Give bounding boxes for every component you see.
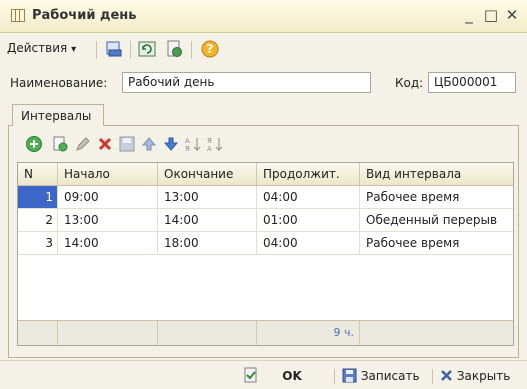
- document-refresh-icon[interactable]: [165, 40, 183, 58]
- actions-menu[interactable]: Действия ▾: [7, 41, 76, 55]
- move-down-icon[interactable]: [162, 135, 180, 153]
- svg-text:Я: Я: [185, 145, 190, 153]
- toolbar: Действия ▾ ?: [0, 34, 527, 64]
- column-header-n[interactable]: N: [18, 163, 58, 185]
- intervals-table: N Начало Окончание Продолжит. Вид интерв…: [17, 162, 514, 346]
- kind-cell[interactable]: Рабочее время: [360, 186, 513, 208]
- edit-icon[interactable]: [74, 135, 92, 153]
- minimize-button[interactable]: _: [460, 5, 478, 25]
- move-up-icon[interactable]: [140, 135, 158, 153]
- window-title: Рабочий день: [32, 8, 137, 23]
- start-cell[interactable]: 14:00: [58, 232, 158, 254]
- table-icon: [11, 9, 25, 22]
- save-label: Записать: [360, 369, 420, 383]
- footer-cell: [158, 321, 257, 345]
- post-document-icon[interactable]: [105, 40, 123, 58]
- code-field[interactable]: ЦБ000001: [428, 72, 516, 93]
- svg-text:A: A: [207, 145, 212, 153]
- table-row[interactable]: 3 14:00 18:00 04:00 Рабочее время: [18, 232, 513, 255]
- end-cell[interactable]: 14:00: [158, 209, 257, 231]
- copy-icon[interactable]: [51, 135, 69, 153]
- start-cell[interactable]: 13:00: [58, 209, 158, 231]
- footer-cell: [18, 321, 58, 345]
- title-bar: Рабочий день _ □ ✕: [0, 0, 527, 33]
- svg-text:Я: Я: [207, 137, 212, 145]
- post-icon: [243, 367, 259, 387]
- close-label: Закрыть: [456, 369, 511, 383]
- tab-intervals[interactable]: Интервалы: [12, 104, 104, 126]
- row-number[interactable]: 1: [18, 186, 58, 208]
- column-header-kind[interactable]: Вид интервала: [360, 163, 513, 185]
- end-cell[interactable]: 18:00: [158, 232, 257, 254]
- help-button[interactable]: ?: [201, 40, 219, 58]
- table-header: N Начало Окончание Продолжит. Вид интерв…: [18, 163, 513, 186]
- duration-cell[interactable]: 04:00: [257, 186, 360, 208]
- name-field[interactable]: Рабочий день: [122, 72, 371, 93]
- table-row[interactable]: 1 09:00 13:00 04:00 Рабочее время: [18, 186, 513, 209]
- save-button[interactable]: Записать: [342, 366, 420, 386]
- ok-button[interactable]: OK: [272, 366, 312, 386]
- toolbar-divider: [130, 41, 131, 59]
- add-icon[interactable]: [25, 135, 43, 153]
- svg-text:A: A: [185, 137, 190, 145]
- end-edit-icon[interactable]: [118, 135, 136, 153]
- bottom-divider: [432, 369, 433, 384]
- code-label: Код:: [395, 76, 424, 90]
- footer-cell: [58, 321, 158, 345]
- save-icon: [342, 368, 357, 383]
- chevron-down-icon: ▾: [71, 44, 77, 55]
- bottom-divider: [334, 369, 335, 384]
- sort-ascending-icon[interactable]: AЯ: [184, 135, 202, 153]
- refresh-icon[interactable]: [138, 40, 156, 58]
- footer-cell: [360, 321, 513, 345]
- start-cell[interactable]: 09:00: [58, 186, 158, 208]
- duration-cell[interactable]: 01:00: [257, 209, 360, 231]
- column-header-end[interactable]: Окончание: [158, 163, 257, 185]
- dialog-window: Рабочий день _ □ ✕ Действия ▾ ? Наименов…: [0, 0, 527, 388]
- name-label: Наименование:: [10, 76, 108, 90]
- table-row[interactable]: 2 13:00 14:00 01:00 Обеденный перерыв: [18, 209, 513, 232]
- end-cell[interactable]: 13:00: [158, 186, 257, 208]
- table-footer: 9 ч.: [18, 320, 513, 345]
- duration-total: 9 ч.: [257, 321, 360, 345]
- kind-cell[interactable]: Рабочее время: [360, 232, 513, 254]
- actions-menu-label: Действия: [7, 41, 68, 55]
- toolbar-divider: [191, 41, 192, 59]
- bottom-bar: OK Записать Закрыть: [0, 360, 527, 389]
- delete-icon[interactable]: [96, 135, 114, 153]
- duration-cell[interactable]: 04:00: [257, 232, 360, 254]
- row-number[interactable]: 2: [18, 209, 58, 231]
- close-icon: [441, 370, 452, 381]
- help-icon: ?: [206, 42, 214, 56]
- column-header-duration[interactable]: Продолжит.: [257, 163, 360, 185]
- row-number[interactable]: 3: [18, 232, 58, 254]
- maximize-button[interactable]: □: [482, 5, 500, 25]
- sort-descending-icon[interactable]: ЯA: [206, 135, 224, 153]
- column-header-start[interactable]: Начало: [58, 163, 158, 185]
- kind-cell[interactable]: Обеденный перерыв: [360, 209, 513, 231]
- close-window-button[interactable]: ✕: [503, 5, 521, 25]
- close-button[interactable]: Закрыть: [440, 366, 510, 386]
- toolbar-divider: [96, 41, 97, 59]
